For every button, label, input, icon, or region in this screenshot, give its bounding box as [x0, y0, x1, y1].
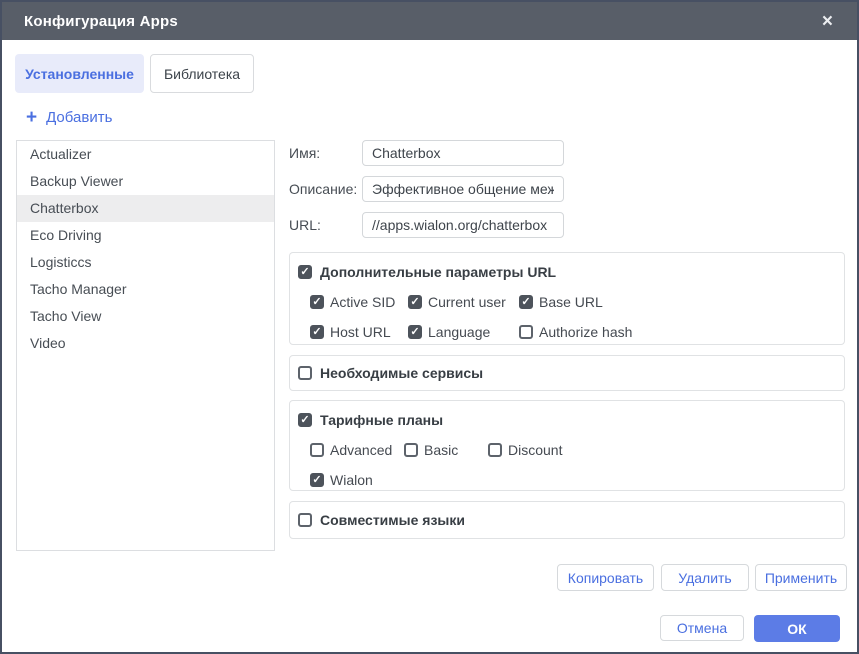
option-discount[interactable]: Discount	[488, 442, 562, 458]
apply-button[interactable]: Применить	[755, 564, 847, 591]
host-url-checkbox[interactable]	[310, 325, 324, 339]
current-user-checkbox[interactable]	[408, 295, 422, 309]
services-checkbox[interactable]	[298, 366, 312, 380]
billing-plans-title: Тарифные планы	[320, 412, 443, 428]
base-url-checkbox[interactable]	[519, 295, 533, 309]
url-label: URL:	[289, 212, 321, 238]
option-base-url[interactable]: Base URL	[519, 294, 603, 310]
app-list-item[interactable]: Video	[17, 330, 274, 357]
url-params-section: Дополнительные параметры URL Active SID …	[289, 252, 845, 345]
billing-plans-header[interactable]: Тарифные планы	[290, 401, 844, 428]
app-list-item[interactable]: Tacho Manager	[17, 276, 274, 303]
billing-plans-checkbox[interactable]	[298, 413, 312, 427]
copy-button[interactable]: Копировать	[557, 564, 654, 591]
active-sid-checkbox[interactable]	[310, 295, 324, 309]
app-list-item-selected[interactable]: Chatterbox	[17, 195, 274, 222]
cancel-button[interactable]: Отмена	[660, 615, 744, 641]
app-list-item[interactable]: Actualizer	[17, 141, 274, 168]
option-authorize-hash[interactable]: Authorize hash	[519, 324, 632, 340]
description-label: Описание:	[289, 176, 357, 202]
language-checkbox[interactable]	[408, 325, 422, 339]
option-language[interactable]: Language	[408, 324, 519, 340]
option-advanced[interactable]: Advanced	[310, 442, 404, 458]
add-app-label: Добавить	[46, 109, 112, 126]
basic-checkbox[interactable]	[404, 443, 418, 457]
description-field[interactable]	[362, 176, 564, 202]
delete-button[interactable]: Удалить	[661, 564, 749, 591]
option-active-sid[interactable]: Active SID	[310, 294, 408, 310]
app-list-item[interactable]: Tacho View	[17, 303, 274, 330]
tab-installed[interactable]: Установленные	[15, 54, 144, 93]
name-label: Имя:	[289, 140, 320, 166]
services-section: Необходимые сервисы	[289, 355, 845, 391]
option-wialon[interactable]: Wialon	[310, 472, 373, 488]
name-field[interactable]	[362, 140, 564, 166]
languages-title: Совместимые языки	[320, 512, 465, 528]
authorize-hash-checkbox[interactable]	[519, 325, 533, 339]
app-list-item[interactable]: Backup Viewer	[17, 168, 274, 195]
app-list-item[interactable]: Logisticcs	[17, 249, 274, 276]
languages-header[interactable]: Совместимые языки	[290, 502, 844, 528]
services-header[interactable]: Необходимые сервисы	[290, 356, 844, 381]
advanced-checkbox[interactable]	[310, 443, 324, 457]
apps-configuration-dialog: Конфигурация Apps × Установленные Библио…	[0, 0, 859, 654]
wialon-checkbox[interactable]	[310, 473, 324, 487]
url-params-checkbox[interactable]	[298, 265, 312, 279]
app-list: Actualizer Backup Viewer Chatterbox Eco …	[16, 140, 275, 551]
plus-icon: +	[26, 108, 37, 127]
option-host-url[interactable]: Host URL	[310, 324, 408, 340]
url-params-header[interactable]: Дополнительные параметры URL	[290, 253, 844, 280]
languages-checkbox[interactable]	[298, 513, 312, 527]
languages-section: Совместимые языки	[289, 501, 845, 539]
close-icon[interactable]: ×	[818, 10, 837, 33]
option-basic[interactable]: Basic	[404, 442, 488, 458]
add-app-button[interactable]: + Добавить	[26, 105, 112, 129]
url-params-title: Дополнительные параметры URL	[320, 264, 556, 280]
dialog-title: Конфигурация Apps	[24, 13, 178, 30]
discount-checkbox[interactable]	[488, 443, 502, 457]
tab-library[interactable]: Библиотека	[150, 54, 254, 93]
ok-button[interactable]: ОК	[754, 615, 840, 642]
dialog-titlebar: Конфигурация Apps ×	[2, 2, 857, 40]
services-title: Необходимые сервисы	[320, 365, 483, 381]
url-field[interactable]	[362, 212, 564, 238]
billing-plans-section: Тарифные планы Advanced Basic Discount	[289, 400, 845, 491]
option-current-user[interactable]: Current user	[408, 294, 519, 310]
app-list-item[interactable]: Eco Driving	[17, 222, 274, 249]
